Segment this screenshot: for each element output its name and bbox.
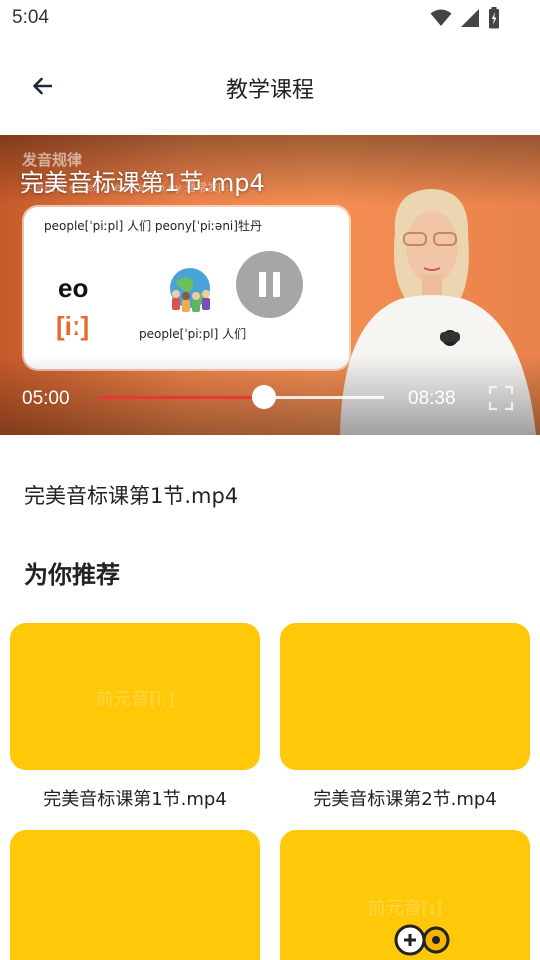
card-title: 完美音标课第1节.mp4 xyxy=(43,789,227,810)
fullscreen-icon[interactable] xyxy=(488,385,514,411)
card-thumbnail: 前元音[iː] xyxy=(10,623,260,770)
recommend-card[interactable]: 完美音标课第2节.mp4 xyxy=(280,623,530,811)
status-icons xyxy=(430,7,500,29)
seek-bar-progress xyxy=(98,396,264,399)
thumbnail-watermark: 前元音[ɪ] xyxy=(367,898,443,919)
card-thumbnail xyxy=(280,623,530,770)
recommend-card[interactable] xyxy=(10,830,260,960)
card-thumbnail xyxy=(10,830,260,960)
video-player[interactable]: 发音规律 字母组合 ee,ea,e-e,ie,ei,eo,ey 通常发[i:] … xyxy=(0,135,540,435)
slide-example-line-2: people[ˈpiːpl] 人们 xyxy=(139,327,247,341)
recommend-title: 为你推荐 xyxy=(24,561,120,589)
slide-ipa: [iː] xyxy=(56,311,90,341)
status-bar: 5:04 xyxy=(0,0,540,36)
status-time: 5:04 xyxy=(12,7,49,28)
seek-bar-thumb[interactable] xyxy=(251,385,276,409)
battery-icon xyxy=(489,7,499,29)
current-time: 05:00 xyxy=(22,388,70,409)
pause-icon-bar-right xyxy=(273,272,280,297)
slide-letters: eo xyxy=(58,273,89,303)
app-bar: 教学课程 xyxy=(0,58,540,114)
slide-example-line: people[ˈpiːpl] 人们 peony[ˈpiːəni]牡丹 xyxy=(44,219,262,233)
thumbnail-watermark: 前元音[iː] xyxy=(95,689,175,710)
pause-icon-bar-left xyxy=(259,272,266,297)
total-time: 08:38 xyxy=(408,388,456,409)
video-title: 完美音标课第1节.mp4 xyxy=(20,169,265,197)
wifi-icon xyxy=(430,9,452,26)
seek-bar[interactable] xyxy=(98,396,384,399)
card-title: 完美音标课第2节.mp4 xyxy=(313,789,497,810)
pause-button[interactable] xyxy=(236,251,303,318)
recommend-card[interactable]: 前元音[iː] 完美音标课第1节.mp4 xyxy=(10,623,260,811)
page-title: 教学课程 xyxy=(225,78,314,103)
video-name: 完美音标课第1节.mp4 xyxy=(24,484,239,508)
people-illustration xyxy=(170,268,210,312)
signal-icon xyxy=(461,9,479,27)
site-watermark-logo xyxy=(394,924,450,956)
